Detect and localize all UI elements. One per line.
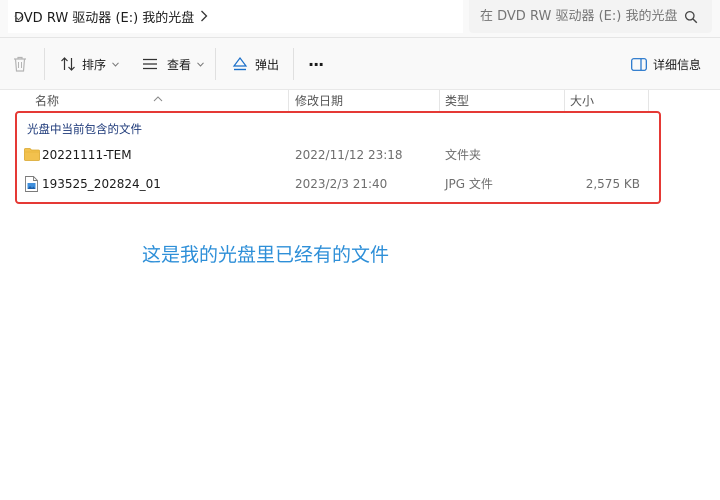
toolbar-divider <box>44 48 45 80</box>
toolbar-divider <box>293 48 294 80</box>
chevron-down-icon <box>112 61 119 67</box>
collapse-group-icon[interactable] <box>14 6 24 21</box>
address-bar: DVD RW 驱动器 (E:) 我的光盘 <box>0 0 720 38</box>
folder-icon <box>24 148 40 162</box>
details-label: 详细信息 <box>653 57 702 72</box>
file-name[interactable]: 20221111-TEM <box>42 141 132 169</box>
sort-button[interactable]: 排序 <box>60 50 119 78</box>
eject-label: 弹出 <box>255 57 280 72</box>
trash-icon <box>12 55 28 73</box>
column-divider[interactable] <box>648 90 649 112</box>
file-type: JPG 文件 <box>445 177 493 191</box>
column-header-size[interactable]: 大小 <box>565 90 647 112</box>
view-button[interactable]: 查看 <box>142 50 204 78</box>
view-list-icon <box>142 58 158 70</box>
eject-icon <box>232 56 248 72</box>
file-row-folder[interactable]: 20221111-TEM 2022/11/12 23:18 文件夹 <box>14 141 660 169</box>
sort-label: 排序 <box>82 57 107 72</box>
file-modified: 2022/11/12 23:18 <box>295 148 403 162</box>
view-label: 查看 <box>167 57 192 72</box>
column-divider[interactable] <box>288 90 289 112</box>
file-row-image[interactable]: 193525_202824_01 2023/2/3 21:40 JPG 文件 2… <box>14 170 660 198</box>
search-icon[interactable] <box>684 9 698 24</box>
toolbar-divider <box>215 48 216 80</box>
command-bar: 排序 查看 弹出 ··· 详细信息 <box>0 38 720 90</box>
more-icon: ··· <box>308 54 324 74</box>
group-label: 光盘中当前包含的文件 <box>27 122 142 136</box>
group-header[interactable]: 光盘中当前包含的文件 <box>27 118 142 140</box>
file-modified: 2023/2/3 21:40 <box>295 177 388 191</box>
details-pane-icon <box>631 57 647 71</box>
breadcrumb[interactable]: DVD RW 驱动器 (E:) 我的光盘 <box>8 0 463 33</box>
column-header-modified[interactable]: 修改日期 <box>290 90 438 112</box>
eject-button[interactable]: 弹出 <box>232 50 279 78</box>
annotation-text: 这是我的光盘里已经有的文件 <box>142 244 390 266</box>
column-header-name[interactable]: 名称 <box>30 90 286 112</box>
delete-button[interactable] <box>12 50 28 78</box>
file-name[interactable]: 193525_202824_01 <box>42 170 161 198</box>
file-size: 2,575 KB <box>585 177 640 191</box>
sort-icon <box>60 56 76 72</box>
details-pane-button[interactable]: 详细信息 <box>631 50 701 78</box>
more-options-button[interactable]: ··· <box>308 50 324 78</box>
search-box[interactable] <box>469 0 712 33</box>
file-type: 文件夹 <box>445 148 482 162</box>
breadcrumb-path[interactable]: DVD RW 驱动器 (E:) 我的光盘 <box>14 7 194 26</box>
chevron-right-icon[interactable] <box>197 8 211 24</box>
image-file-icon <box>25 176 38 192</box>
chevron-down-icon <box>197 61 204 67</box>
search-input[interactable] <box>480 9 685 24</box>
column-header-type[interactable]: 类型 <box>440 90 562 112</box>
column-header-row: 名称 修改日期 类型 大小 <box>0 90 720 112</box>
